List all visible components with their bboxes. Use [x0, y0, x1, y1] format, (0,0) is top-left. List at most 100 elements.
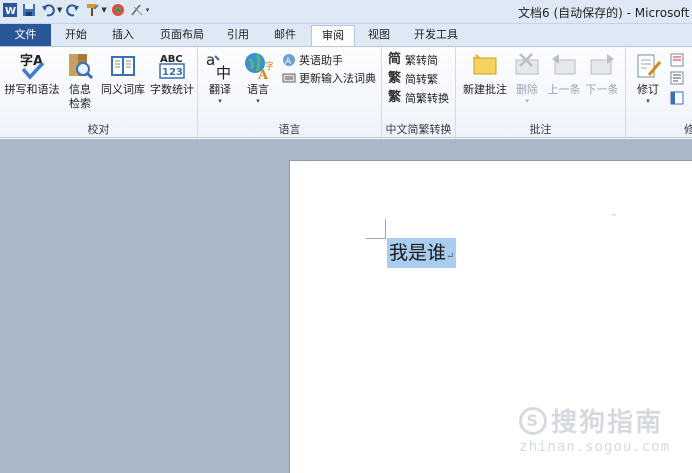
simplified-to-traditional-icon: 繁 [388, 71, 402, 86]
margin-corner-mark [366, 219, 386, 239]
color-icon[interactable] [110, 2, 126, 18]
selected-text[interactable]: 我是谁↵ [387, 238, 457, 268]
translate-label: 翻译 [209, 83, 231, 96]
language-button[interactable]: A 字 语言 ▾ [242, 51, 274, 105]
english-assistant-button[interactable]: A 英语助手 [282, 51, 343, 69]
tracking-group: 修订 ▾ 修 [626, 47, 692, 139]
chinese-conversion-group: 简 繁转简 繁 简转繁 繁 简繁转换 中文简繁转换 [382, 47, 456, 139]
tab-view[interactable]: 视图 [359, 25, 399, 46]
thesaurus-label: 同义词库 [101, 83, 145, 96]
reviewing-pane-icon [670, 91, 684, 105]
research-label-2: 检索 [69, 97, 91, 110]
ime-dictionary-icon [282, 73, 296, 83]
document-area[interactable]: ., 我是谁↵ S 搜狗指南 zhinan.sogou.com [0, 139, 692, 473]
track-changes-label: 修订 [637, 83, 659, 96]
comments-group-label: 批注 [529, 123, 552, 136]
traditional-to-simplified-icon: 简 [388, 52, 402, 67]
next-comment-icon [590, 54, 614, 75]
redo-icon[interactable] [65, 2, 81, 18]
research-button[interactable]: 信息 检索 [64, 51, 96, 111]
track-changes-dropdown-icon[interactable]: ▾ [630, 97, 666, 105]
watermark-main: S 搜狗指南 [519, 402, 670, 439]
previous-comment-button[interactable]: 上一条 [546, 51, 582, 97]
title-bar: W ▼ ▼ ▾ 文档6 (自动保存的) - Microsoft W [0, 0, 692, 24]
tab-home[interactable]: 开始 [56, 25, 96, 46]
customize-qat-icon[interactable]: ▾ [146, 6, 150, 14]
tab-insert[interactable]: 插入 [103, 25, 143, 46]
document-text[interactable]: 我是谁 [389, 242, 446, 264]
translate-icon: a 中 [206, 51, 231, 81]
chinese-group-label: 中文简繁转换 [385, 123, 452, 136]
traditional-to-simplified-button[interactable]: 简 繁转简 [388, 51, 438, 69]
chinese-convert-icon: 繁 [388, 90, 402, 105]
svg-text:123: 123 [162, 67, 183, 78]
update-ime-label: 更新输入法词典 [299, 72, 376, 85]
svg-text:中: 中 [216, 64, 231, 81]
research-icon [69, 54, 94, 80]
reviewing-pane-button[interactable] [670, 89, 684, 107]
proofing-group-label: 校对 [87, 123, 110, 136]
next-comment-button[interactable]: 下一条 [584, 51, 620, 97]
next-comment-label: 下一条 [585, 83, 619, 96]
svg-text:W: W [5, 6, 16, 17]
tab-page-layout[interactable]: 页面布局 [153, 25, 211, 46]
previous-comment-icon [552, 54, 576, 75]
watermark-sub-text: zhinan.sogou.com [519, 439, 670, 455]
english-assistant-icon: A [283, 54, 295, 67]
translate-dropdown-icon[interactable]: ▾ [204, 97, 236, 105]
tab-developer[interactable]: 开发工具 [407, 25, 465, 46]
watermark-main-text: 搜狗指南 [551, 408, 664, 438]
save-icon[interactable] [21, 2, 37, 18]
svg-text:字: 字 [265, 60, 273, 72]
chinese-convert-button[interactable]: 繁 简繁转换 [388, 89, 449, 107]
thesaurus-button[interactable]: 同义词库 [100, 51, 146, 97]
tab-file[interactable]: 文件 [0, 24, 51, 46]
text-boundary-mark: ., [611, 209, 616, 217]
spelling-label: 拼写和语法 [4, 83, 60, 96]
track-changes-button[interactable]: 修订 ▾ [630, 51, 666, 105]
previous-comment-label: 上一条 [547, 83, 581, 96]
show-markup-button[interactable] [670, 51, 684, 69]
tab-references[interactable]: 引用 [218, 25, 258, 46]
track-changes-icon [637, 54, 662, 78]
language-label: 语言 [247, 83, 269, 96]
thesaurus-icon [111, 56, 135, 76]
new-comment-icon [473, 54, 497, 75]
clear-format-icon[interactable] [129, 2, 145, 18]
quick-access-toolbar: W ▼ ▼ ▾ [2, 2, 149, 18]
tab-review[interactable]: 审阅 [311, 25, 355, 47]
new-comment-button[interactable]: 新建批注 [460, 51, 510, 97]
tab-mailings[interactable]: 邮件 [265, 25, 305, 46]
delete-dropdown-icon[interactable]: ▾ [512, 97, 542, 105]
language-group: a 中 翻译 ▾ A 字 语言 ▾ A 英语助手 更新输入法词典 语言 [198, 47, 382, 139]
word-app-icon[interactable]: W [2, 2, 18, 18]
watermark: S 搜狗指南 zhinan.sogou.com [519, 402, 670, 455]
spelling-grammar-button[interactable]: 字A 拼写和语法 [4, 51, 60, 97]
language-dropdown-icon[interactable]: ▾ [242, 97, 274, 105]
word-count-button[interactable]: ABC 123 字数统计 [148, 51, 196, 97]
paragraph-mark: ↵ [446, 251, 455, 262]
format-painter-icon[interactable] [84, 2, 100, 18]
ribbon: 字A 拼写和语法 信息 检索 同义词库 ABC 123 字数统计 校对 a 中 … [0, 46, 692, 139]
delete-comment-button[interactable]: 删除 ▾ [512, 51, 542, 105]
show-markup-icon [670, 53, 684, 67]
window-title: 文档6 (自动保存的) - Microsoft W [518, 6, 692, 20]
delete-comment-icon [515, 53, 539, 75]
tracking-group-label: 修 [684, 123, 692, 136]
display-for-review-button[interactable] [670, 69, 684, 87]
ribbon-tabs: 文件 开始 插入 页面布局 引用 邮件 审阅 视图 开发工具 [0, 24, 692, 47]
translate-button[interactable]: a 中 翻译 ▾ [204, 51, 236, 105]
svg-text:A: A [285, 57, 292, 67]
update-ime-dictionary-button[interactable]: 更新输入法词典 [282, 69, 376, 87]
undo-icon[interactable] [40, 2, 56, 18]
svg-text:a: a [206, 51, 215, 69]
to-traditional-label: 简转繁 [405, 73, 438, 86]
document-page[interactable]: ., 我是谁↵ S 搜狗指南 zhinan.sogou.com [289, 160, 692, 473]
simplified-to-traditional-button[interactable]: 繁 简转繁 [388, 70, 438, 88]
convert-label: 简繁转换 [405, 92, 449, 105]
undo-dropdown-icon[interactable]: ▼ [57, 6, 62, 14]
language-group-label: 语言 [278, 123, 301, 136]
proofing-group: 字A 拼写和语法 信息 检索 同义词库 ABC 123 字数统计 校对 [0, 47, 198, 139]
language-globe-icon: A 字 [245, 53, 273, 81]
format-dropdown-icon[interactable]: ▼ [101, 6, 106, 14]
